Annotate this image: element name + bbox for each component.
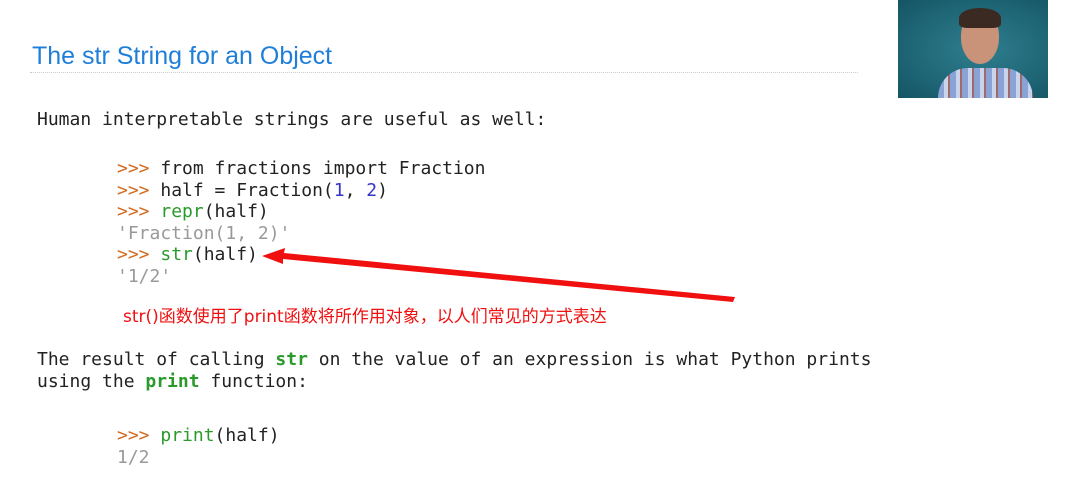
annotation-text: str()函数使用了print函数将所作用对象，以人们常见的方式表达 (123, 307, 607, 327)
code: (half) (214, 425, 280, 446)
code-line: >>> print(half) (117, 425, 280, 447)
arrow-icon (262, 248, 735, 302)
result-text: using the print function: (37, 371, 308, 393)
annotation-arrow (262, 248, 735, 302)
prompt: >>> (117, 425, 150, 446)
text: using the (37, 370, 146, 392)
text: The result of calling (37, 349, 276, 370)
text: on the value of an expression is what Py… (307, 349, 872, 370)
text: function: (199, 370, 308, 392)
code-output: 1/2 (117, 446, 150, 468)
keyword: print (145, 370, 200, 392)
function: print (160, 425, 215, 446)
result-text: The result of calling str on the value o… (37, 349, 871, 371)
keyword: str (275, 349, 308, 370)
